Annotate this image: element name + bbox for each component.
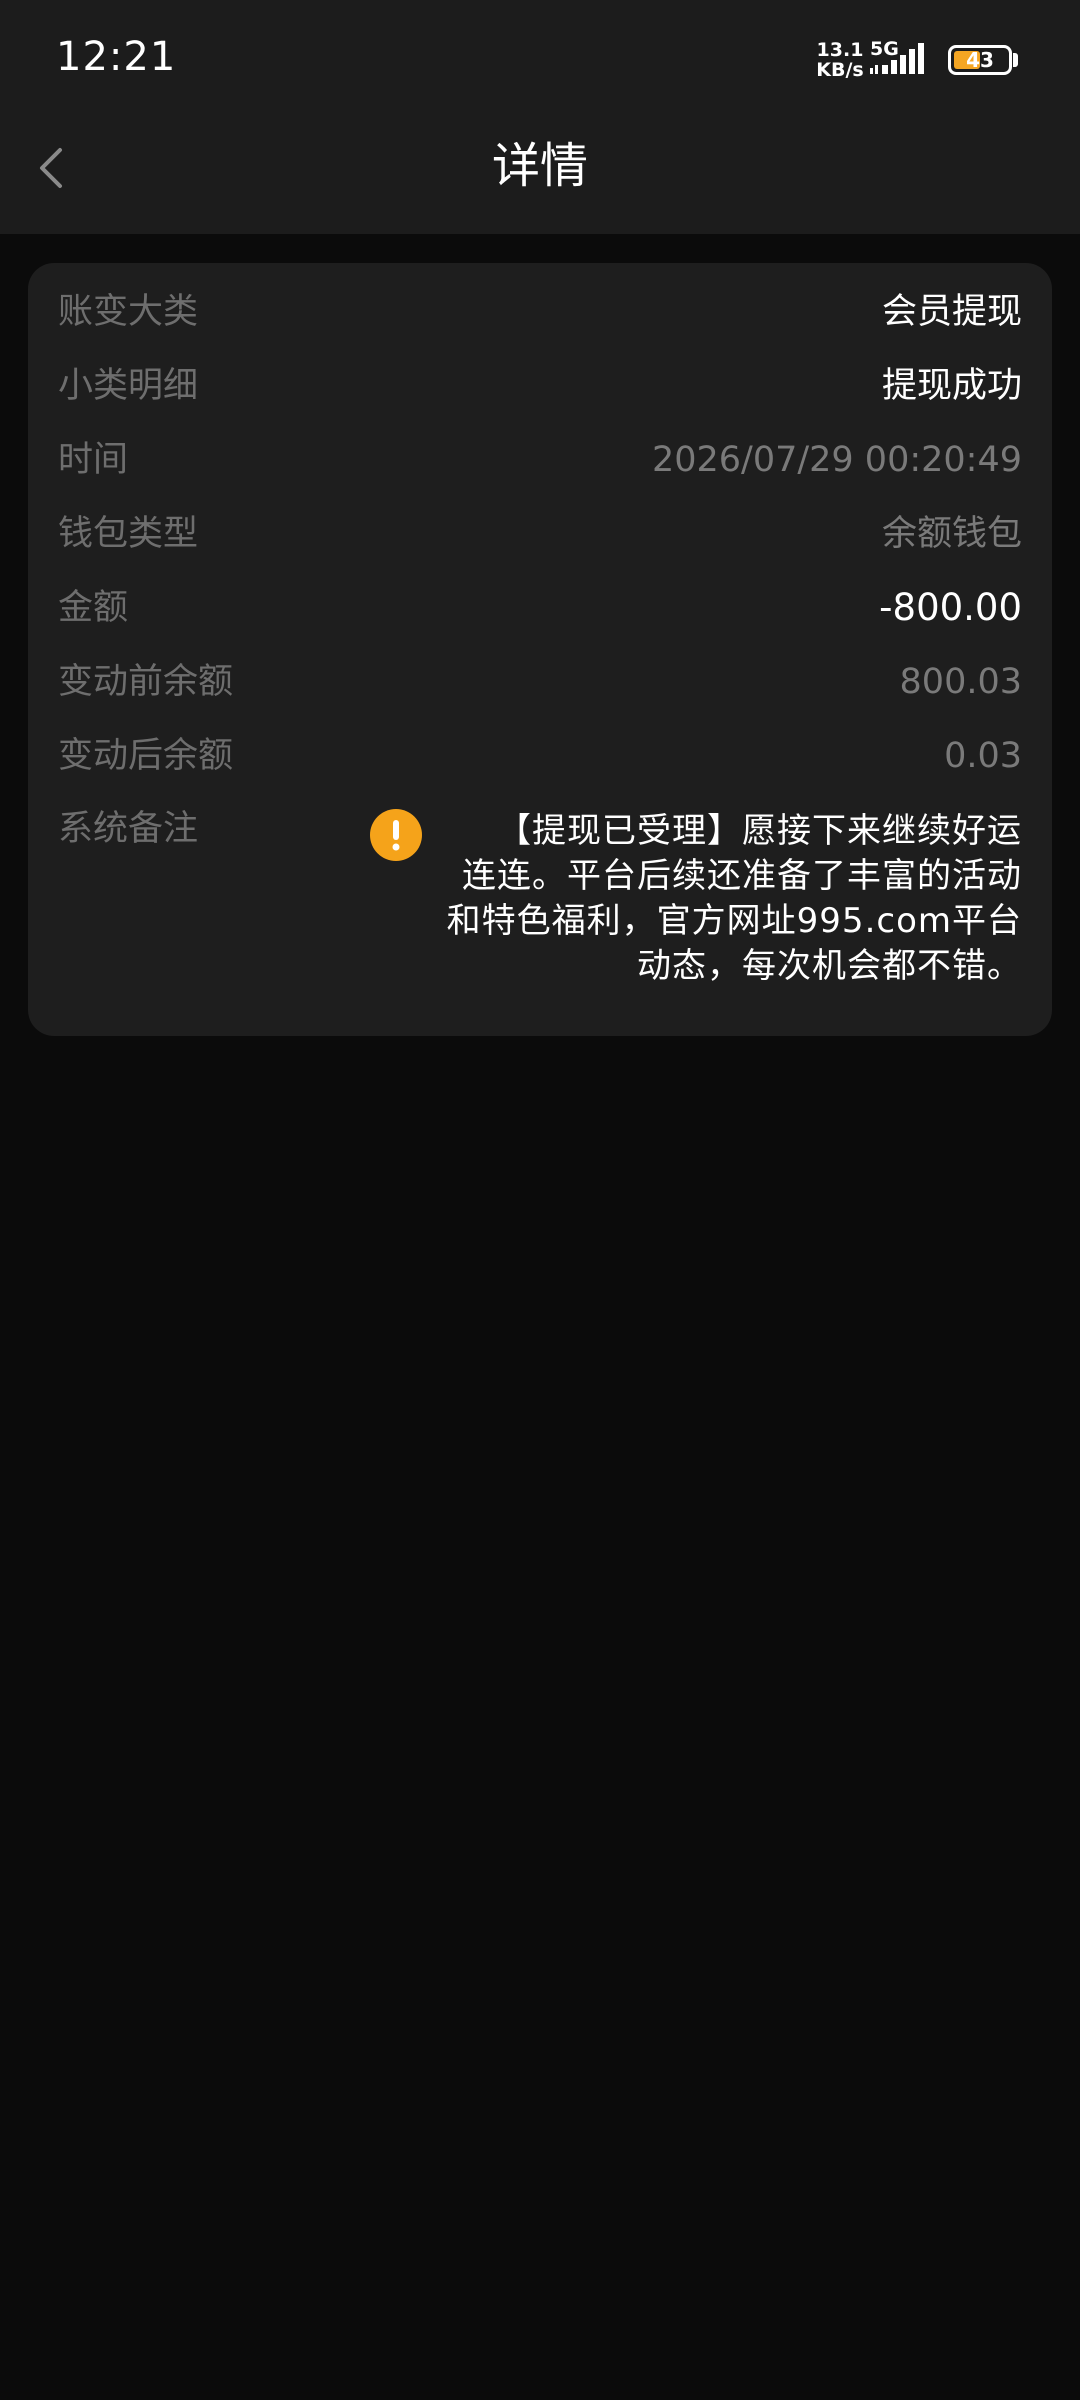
detail-label: 时间 bbox=[58, 440, 129, 480]
detail-row-time: 时间 2026/07/29 00:20:49 bbox=[58, 430, 1022, 490]
exclamation-glyph bbox=[392, 820, 400, 851]
status-time: 12:21 bbox=[56, 34, 177, 80]
detail-row-balance-before: 变动前余额 800.03 bbox=[58, 652, 1022, 712]
detail-label: 小类明细 bbox=[58, 366, 199, 406]
page-title: 详情 bbox=[491, 138, 588, 194]
detail-value: 提现成功 bbox=[881, 366, 1022, 406]
status-bar: 12:21 13.1 KB/s 5G 43 bbox=[0, 0, 1080, 110]
nav-header: 详情 bbox=[0, 110, 1080, 234]
detail-label: 钱包类型 bbox=[58, 514, 199, 554]
detail-row-balance-after: 变动后余额 0.03 bbox=[58, 726, 1022, 786]
detail-row-category: 账变大类 会员提现 bbox=[58, 282, 1022, 342]
detail-value: 会员提现 bbox=[881, 292, 1022, 332]
detail-row-amount: 金额 -800.00 bbox=[58, 578, 1022, 638]
remark-text: 【提现已受理】愿接下来继续好运连连。平台后续还准备了丰富的活动和特色福利，官方网… bbox=[446, 811, 1022, 986]
detail-value: -800.00 bbox=[879, 586, 1022, 629]
network-speed-value: 13.1 bbox=[816, 39, 864, 61]
detail-value: 0.03 bbox=[944, 736, 1022, 776]
detail-label: 变动后余额 bbox=[58, 736, 234, 776]
remark-label: 系统备注 bbox=[58, 809, 199, 849]
detail-card: 账变大类 会员提现 小类明细 提现成功 时间 2026/07/29 00:20:… bbox=[28, 263, 1052, 1036]
detail-row-wallet-type: 钱包类型 余额钱包 bbox=[58, 504, 1022, 564]
detail-value: 余额钱包 bbox=[881, 514, 1022, 554]
warning-icon bbox=[370, 809, 422, 861]
signal-icon: 5G bbox=[870, 38, 932, 78]
detail-label: 账变大类 bbox=[58, 292, 199, 332]
battery-icon: 43 bbox=[948, 45, 1012, 75]
network-speed-unit: KB/s bbox=[816, 59, 864, 81]
battery-level: 43 bbox=[966, 48, 994, 72]
screen: 12:21 13.1 KB/s 5G 43 详情 账变大类 会员提现 小类明细 … bbox=[0, 0, 1080, 2400]
detail-value: 800.03 bbox=[899, 662, 1022, 702]
detail-value: 2026/07/29 00:20:49 bbox=[651, 440, 1022, 480]
detail-row-subcategory: 小类明细 提现成功 bbox=[58, 356, 1022, 416]
network-speed: 13.1 KB/s bbox=[812, 40, 868, 80]
detail-label: 变动前余额 bbox=[58, 662, 234, 702]
battery-tip bbox=[1013, 53, 1018, 67]
detail-label: 金额 bbox=[58, 588, 129, 628]
signal-bars-icon bbox=[870, 43, 924, 74]
